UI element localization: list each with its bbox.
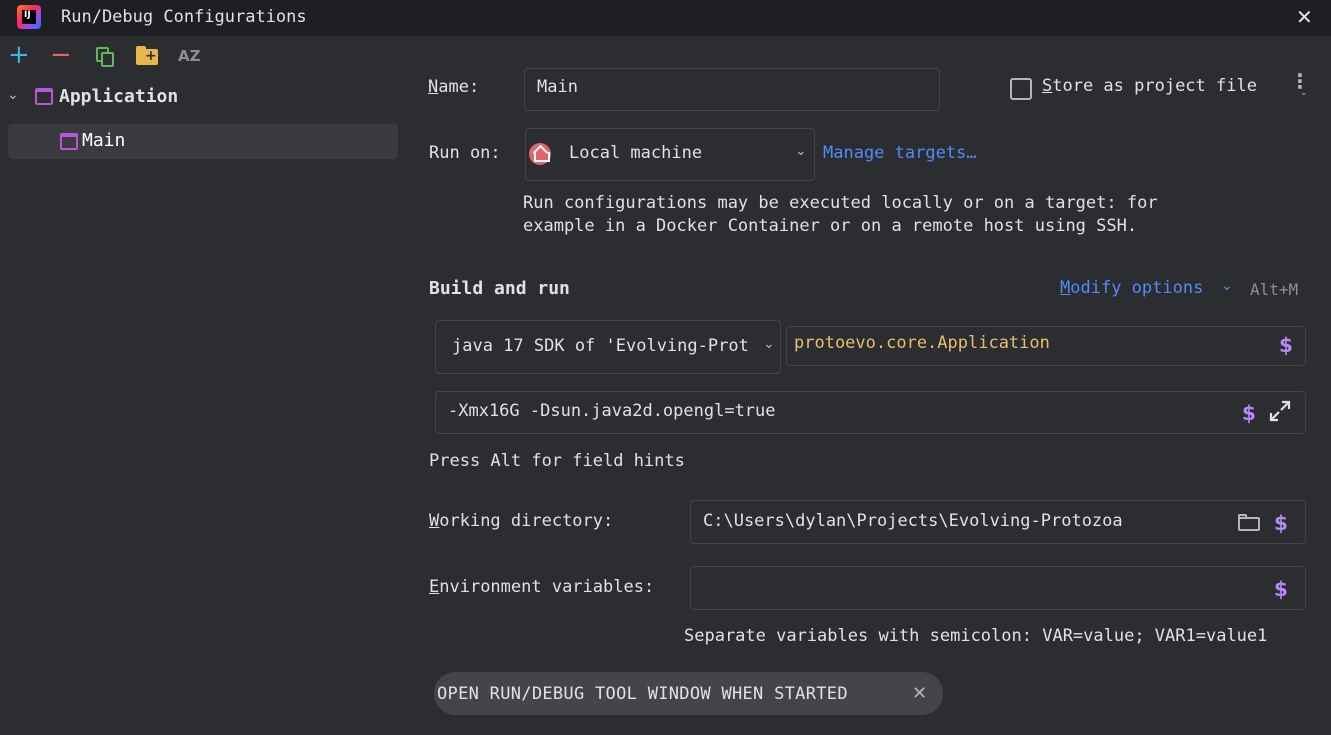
open-tool-window-option-label: OPEN RUN/DEBUG TOOL WINDOW WHEN STARTED <box>437 684 848 704</box>
browse-folder-icon[interactable] <box>1238 514 1260 531</box>
store-as-project-file-checkbox[interactable] <box>1010 78 1032 100</box>
field-hints-text: Press Alt for field hints <box>429 451 685 471</box>
intellij-logo-icon: IJ <box>17 5 41 29</box>
tree-group-application[interactable]: Application <box>59 86 178 107</box>
run-on-hint-line1: Run configurations may be executed local… <box>523 193 1158 213</box>
sort-alphabetically-button[interactable]: AZ <box>178 44 202 68</box>
folder-plus-glyph: + <box>145 48 157 64</box>
logo-text: IJ <box>24 10 31 20</box>
more-options-icon[interactable]: ⋮ <box>1290 71 1310 91</box>
tree-item-main-label[interactable]: Main <box>82 130 125 151</box>
copy-icon-front <box>101 52 114 67</box>
chevron-down-icon: ⌄ <box>763 336 775 352</box>
environment-variables-field[interactable] <box>690 566 1306 610</box>
environment-variables-label: Environment variables: <box>429 577 655 597</box>
build-and-run-heading: Build and run <box>429 278 570 299</box>
chevron-down-icon: ⌄ <box>1221 278 1233 294</box>
chevron-down-icon[interactable]: ⌄ <box>7 87 19 103</box>
expand-icon[interactable] <box>1269 400 1291 422</box>
macro-dollar-icon[interactable]: $ <box>1279 333 1293 357</box>
name-value: Main <box>537 77 578 97</box>
working-directory-label: Working directory: <box>429 511 614 531</box>
manage-targets-link[interactable]: Manage targets… <box>823 143 977 163</box>
sdk-select[interactable]: java 17 SDK of 'Evolving-Prot <box>435 320 781 374</box>
application-config-icon <box>60 133 78 150</box>
modify-options-shortcut: Alt+M <box>1250 280 1299 299</box>
environment-variables-hint: Separate variables with semicolon: VAR=v… <box>684 626 1268 646</box>
name-field[interactable] <box>524 68 940 111</box>
copy-configuration-button[interactable] <box>92 44 116 68</box>
modify-options-link[interactable]: Modify options <box>1060 278 1203 298</box>
chevron-down-icon: ⌄ <box>795 143 807 159</box>
macro-dollar-icon[interactable]: $ <box>1274 511 1288 535</box>
name-label: Name: <box>428 77 480 97</box>
folder-icon-body <box>1238 517 1260 531</box>
run-on-value: Local machine <box>569 143 703 163</box>
window-title: Run/Debug Configurations <box>61 7 307 27</box>
new-folder-button[interactable]: + <box>135 44 159 68</box>
application-config-icon <box>35 88 53 105</box>
main-class-value: protoevo.core.Application <box>794 333 1050 353</box>
macro-dollar-icon[interactable]: $ <box>1274 577 1288 601</box>
home-icon <box>529 143 551 165</box>
close-icon[interactable]: ✕ <box>1296 5 1313 29</box>
run-on-hint-line2: example in a Docker Container or on a re… <box>523 216 1138 236</box>
chevron-down-icon: ⌄ <box>1300 88 1308 98</box>
store-as-project-file-label[interactable]: Store as project file <box>1042 76 1257 96</box>
working-directory-value: C:\Users\dylan\Projects\Evolving-Protozo… <box>703 511 1123 531</box>
sdk-value: java 17 SDK of 'Evolving-Prot <box>452 336 749 356</box>
vm-options-value: -Xmx16G -Dsun.java2d.opengl=true <box>448 401 776 421</box>
remove-configuration-button[interactable]: − <box>50 42 74 68</box>
close-icon[interactable]: ✕ <box>912 683 927 704</box>
macro-dollar-icon[interactable]: $ <box>1242 401 1256 425</box>
add-configuration-button[interactable]: + <box>8 42 32 68</box>
run-on-label: Run on: <box>429 143 501 163</box>
